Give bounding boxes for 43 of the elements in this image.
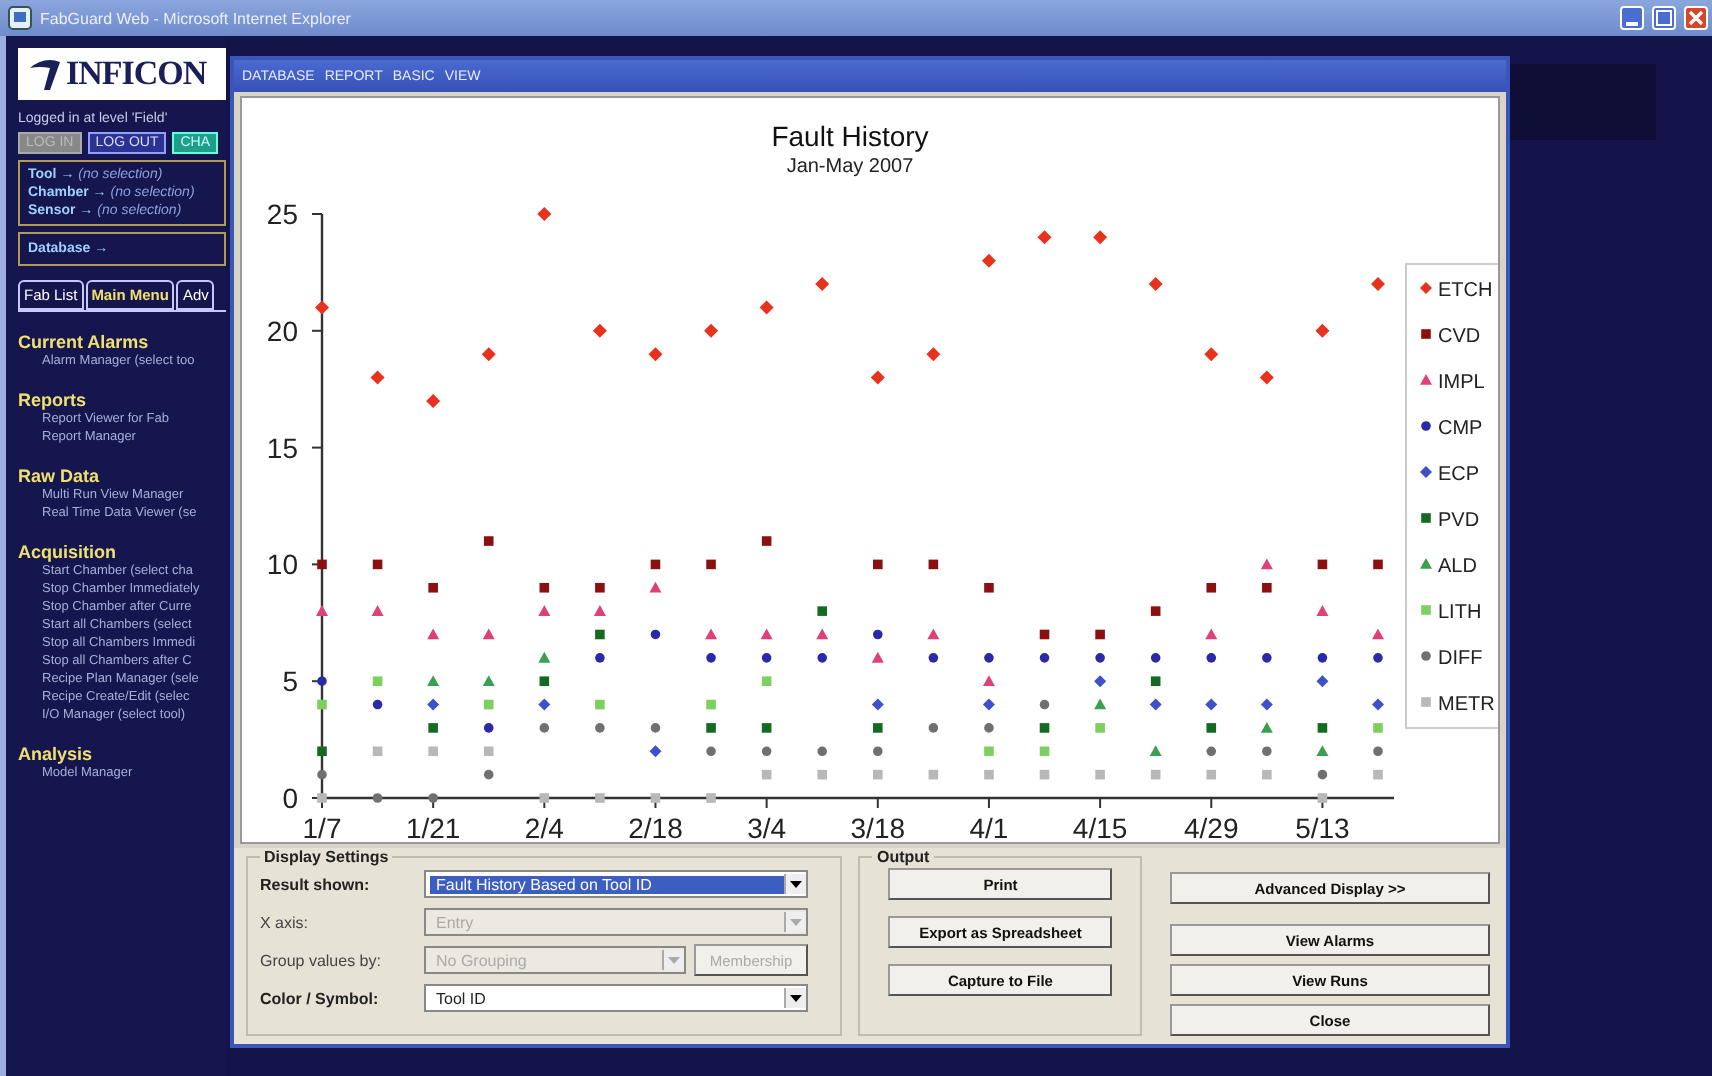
dropdown[interactable]: Fault History Based on Tool ID	[424, 870, 808, 898]
legend-label: DIFF	[1438, 648, 1483, 670]
chart-subtitle: Jan-May 2007	[786, 156, 914, 178]
tick-label: 4/15	[1072, 812, 1128, 842]
tick-label: 5/13	[1295, 812, 1350, 842]
tick-label: 4/1	[969, 812, 1009, 842]
window-title: FabGuard Web - Microsoft Internet Explorer	[40, 9, 351, 27]
field-label: X axis:	[260, 913, 311, 931]
legend-label: METR	[1438, 694, 1495, 716]
logo: INFICON	[18, 48, 226, 100]
legend-label: CVD	[1438, 326, 1481, 348]
section-title: Raw Data	[18, 466, 102, 486]
tick-label: 25	[266, 198, 298, 230]
tick-label: 10	[266, 548, 298, 581]
field-label: Result shown:	[260, 875, 372, 893]
tick-label: 3/18	[850, 812, 906, 842]
section-title: Current Alarms	[18, 332, 151, 352]
group-title: Display Settings	[262, 848, 391, 866]
legend-label: ALD	[1438, 556, 1477, 578]
tick-label: 4/29	[1184, 812, 1239, 842]
tick-label: 15	[266, 431, 298, 464]
legend-label: ECP	[1438, 464, 1480, 486]
tick-label: 2/18	[628, 812, 683, 842]
chart-title: Fault History	[771, 120, 929, 152]
legend-label: IMPL	[1438, 372, 1485, 394]
group-title: Output	[874, 848, 932, 866]
legend-label: CMP	[1438, 418, 1483, 440]
tick-label: 20	[266, 314, 298, 347]
section-title: Reports	[18, 390, 89, 410]
section-title: Acquisition	[18, 542, 118, 562]
tick-label: 3/4	[747, 812, 787, 842]
legend-label: PVD	[1438, 510, 1480, 532]
tick-label: 5	[282, 665, 298, 698]
legend-label: LITH	[1438, 602, 1482, 624]
dropdown[interactable]: Tool ID	[424, 984, 808, 1012]
field-label: Group values by:	[260, 951, 383, 969]
section-title: Analysis	[18, 744, 95, 764]
tick-label: 0	[282, 782, 298, 814]
legend-label: ETCH	[1438, 280, 1493, 302]
tick-label: 1/7	[302, 812, 342, 842]
tick-label: 2/4	[524, 812, 564, 842]
field-label: Color / Symbol:	[260, 989, 381, 1007]
tick-label: 1/21	[405, 812, 461, 842]
